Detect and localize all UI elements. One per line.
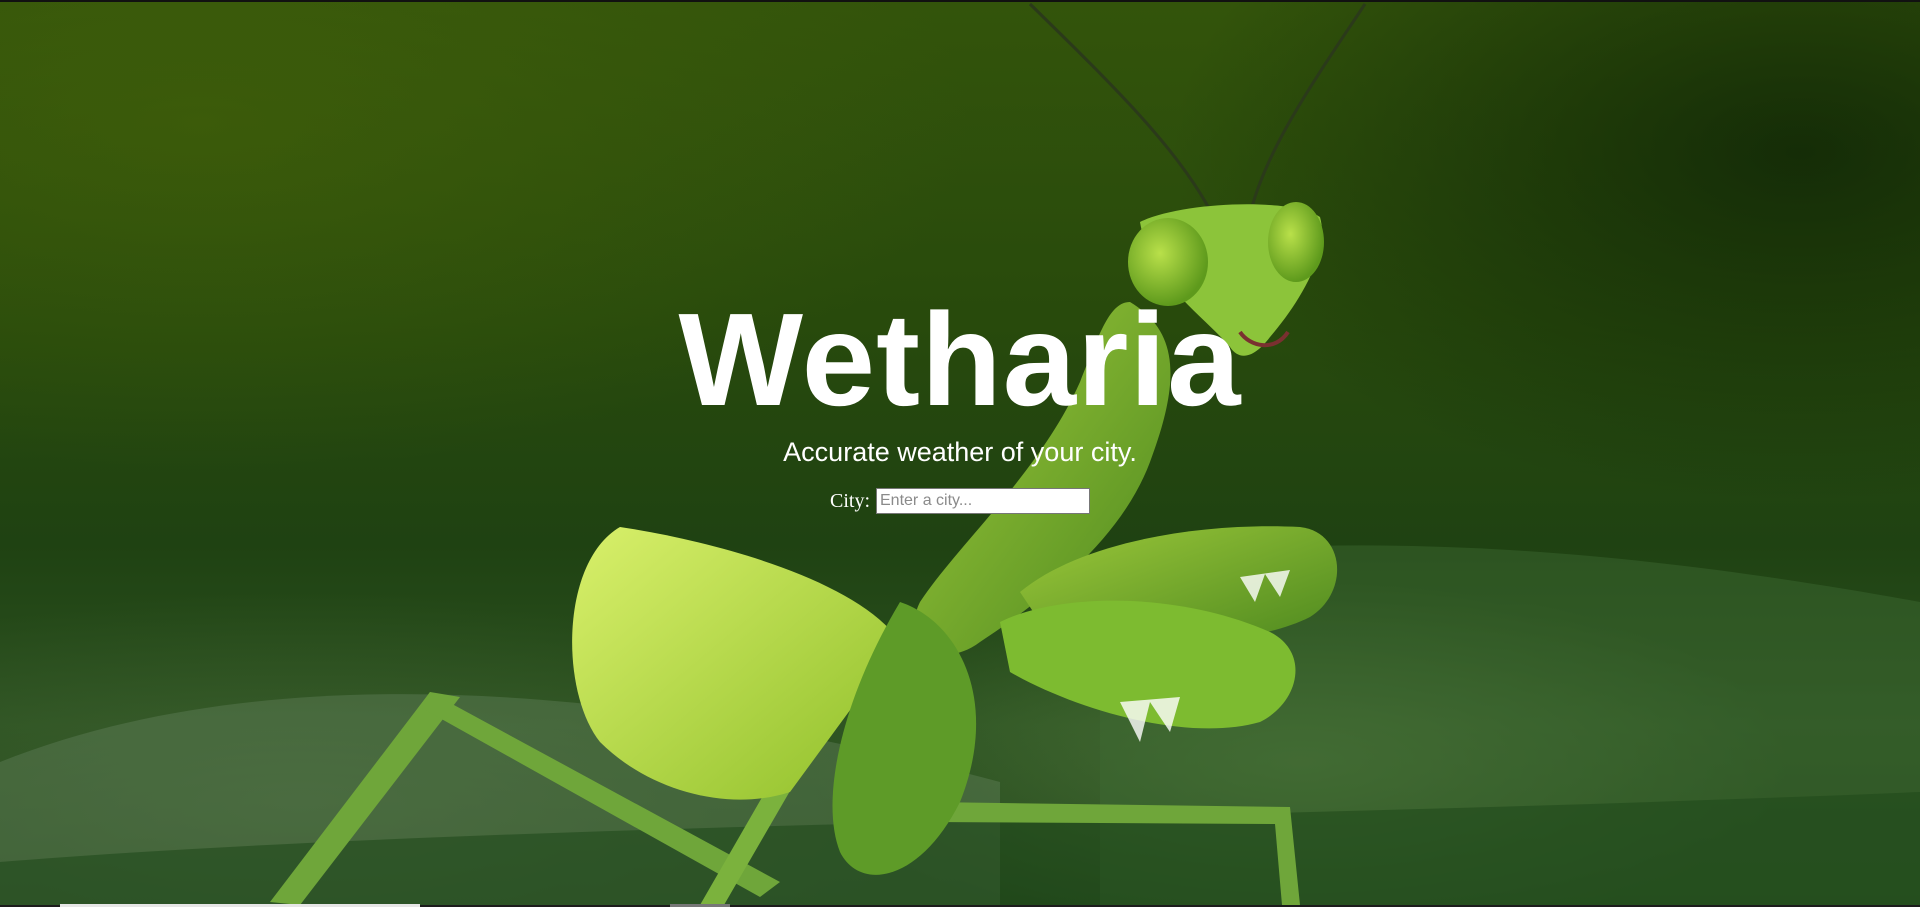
city-input[interactable] [876, 488, 1090, 514]
hero-section: Wetharia Accurate weather of your city. … [0, 2, 1920, 905]
hero-content: Wetharia Accurate weather of your city. … [0, 290, 1920, 514]
site-title: Wetharia [678, 286, 1242, 433]
page: Wetharia Accurate weather of your city. … [0, 0, 1920, 907]
window-top-border [0, 0, 1920, 2]
city-search-form: City: [0, 488, 1920, 514]
city-label: City: [829, 489, 870, 512]
site-tagline: Accurate weather of your city. [783, 437, 1137, 467]
